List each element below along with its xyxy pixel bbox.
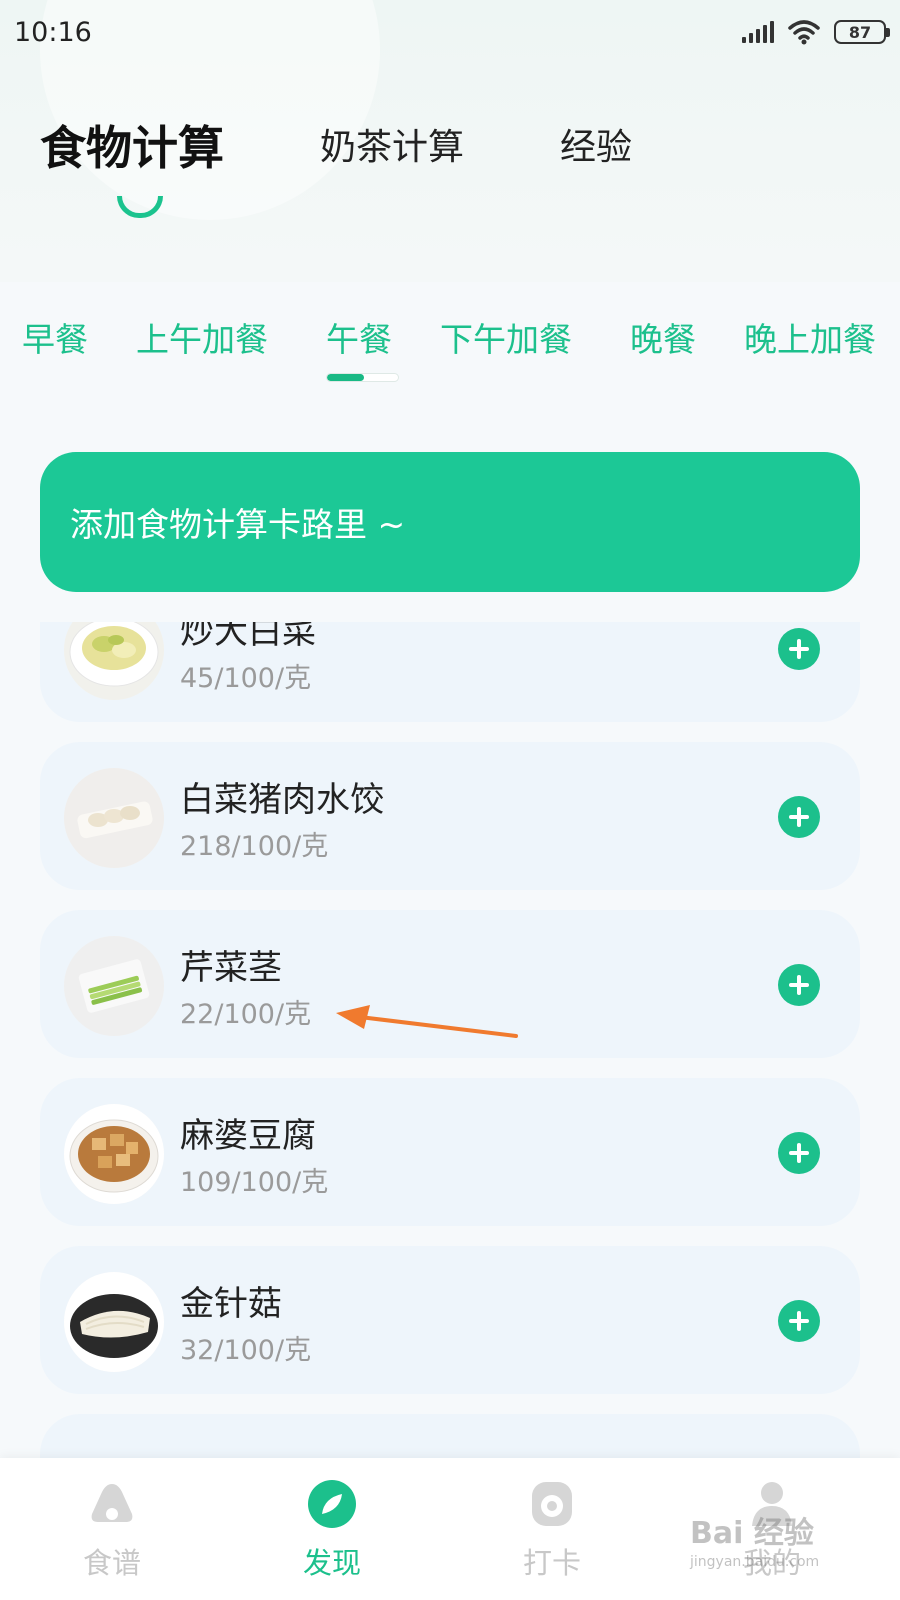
food-name: 芹菜茎 — [180, 948, 282, 988]
food-calories: 109/100/克 — [180, 1167, 329, 1198]
tab-experience[interactable]: 经验 — [560, 108, 632, 188]
meal-tab-dinner[interactable]: 晚餐 — [630, 312, 696, 368]
list-item[interactable]: 白菜猪肉水饺 218/100/克 — [40, 742, 860, 890]
nav-item-recipes[interactable]: 食谱 — [42, 1472, 182, 1592]
list-item[interactable]: 麻婆豆腐 109/100/克 — [40, 1078, 860, 1226]
watermark-brand: Bai 经验 — [690, 1516, 814, 1551]
meal-tab-bar: 早餐 上午加餐 午餐 下午加餐 晚餐 晚上加餐 — [0, 312, 900, 372]
list-item[interactable]: 炒大白菜 45/100/克 — [40, 622, 860, 722]
add-food-button[interactable] — [778, 964, 820, 1006]
watermark: Bai 经验 jingyan.baidu.com — [690, 1508, 870, 1578]
food-calories: 32/100/克 — [180, 1335, 312, 1366]
meal-tab-morning-snack[interactable]: 上午加餐 — [136, 312, 268, 368]
food-name: 炒大白菜 — [180, 622, 316, 652]
food-name: 白菜猪肉水饺 — [180, 780, 384, 820]
nav-label: 发现 — [302, 1546, 361, 1580]
tab-milk-tea-calc[interactable]: 奶茶计算 — [320, 108, 464, 188]
meal-scroll-indicator — [326, 373, 399, 382]
list-item[interactable] — [40, 1414, 860, 1458]
food-thumbnail — [64, 1272, 164, 1372]
add-food-banner[interactable]: 添加食物计算卡路里 ~ — [40, 452, 860, 592]
add-food-banner-label: 添加食物计算卡路里 ~ — [70, 505, 406, 544]
recipe-icon — [91, 1484, 133, 1522]
food-calories: 22/100/克 — [180, 999, 312, 1030]
watermark-url: jingyan.baidu.com — [690, 1554, 820, 1570]
meal-scroll-indicator-fill — [327, 374, 364, 381]
food-calories: 45/100/克 — [180, 663, 312, 694]
nav-label: 打卡 — [522, 1546, 581, 1580]
food-thumbnail — [64, 768, 164, 868]
add-food-button[interactable] — [778, 796, 820, 838]
annotation-arrow — [336, 1005, 518, 1038]
food-calories: 218/100/克 — [180, 831, 329, 862]
battery-indicator: 87 — [834, 20, 890, 44]
wifi-icon — [788, 20, 820, 45]
status-icons: 87 — [742, 19, 890, 45]
food-thumbnail — [64, 1104, 164, 1204]
add-food-button[interactable] — [778, 628, 820, 670]
meal-tab-afternoon-snack[interactable]: 下午加餐 — [440, 312, 572, 368]
status-time: 10:16 — [14, 16, 92, 48]
food-thumbnail — [64, 622, 164, 700]
top-tab-bar: 食物计算 奶茶计算 经验 — [0, 108, 900, 188]
checkin-icon — [532, 1482, 572, 1526]
discover-icon — [308, 1480, 356, 1528]
add-food-button[interactable] — [778, 1300, 820, 1342]
meal-tab-night-snack[interactable]: 晚上加餐 — [744, 312, 876, 368]
nav-item-discover[interactable]: 发现 — [262, 1472, 402, 1592]
food-name: 金针菇 — [180, 1284, 282, 1324]
meal-tab-lunch[interactable]: 午餐 — [326, 312, 392, 368]
food-name: 麻婆豆腐 — [180, 1116, 316, 1156]
nav-label: 食谱 — [82, 1546, 141, 1580]
list-item[interactable]: 金针菇 32/100/克 — [40, 1246, 860, 1394]
status-bar: 10:16 87 — [0, 0, 900, 64]
nav-item-checkin[interactable]: 打卡 — [482, 1472, 622, 1592]
meal-tab-breakfast[interactable]: 早餐 — [22, 312, 88, 368]
tab-food-calc[interactable]: 食物计算 — [40, 108, 224, 188]
add-food-button[interactable] — [778, 1132, 820, 1174]
signal-icon — [742, 21, 774, 43]
food-thumbnail — [64, 936, 164, 1036]
